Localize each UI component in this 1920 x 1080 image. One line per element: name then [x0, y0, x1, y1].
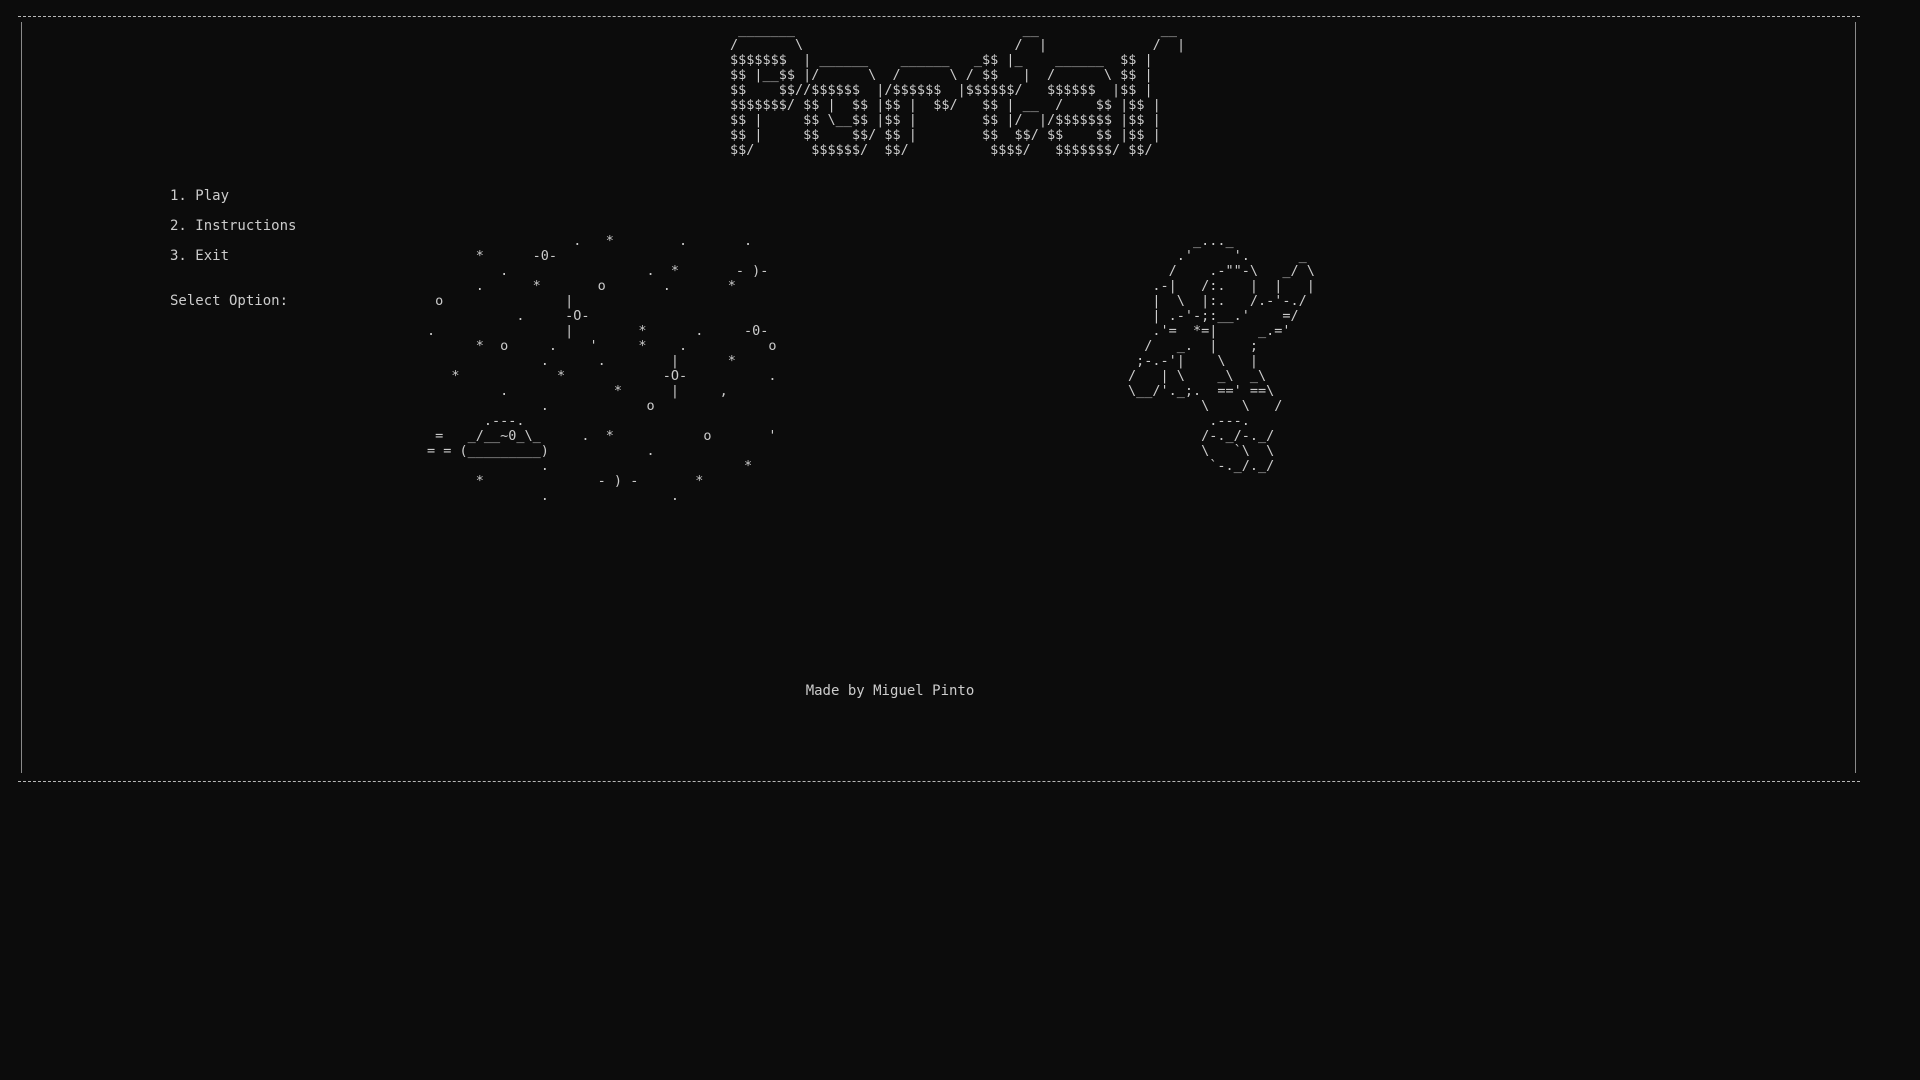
- menu-item-exit[interactable]: 3. Exit: [170, 248, 296, 278]
- bottom-border: [18, 781, 1860, 782]
- astronaut-art: _..._ .' '. _ / .-""-\ _/ \ .-| /:. | | …: [1128, 233, 1315, 474]
- terminal-window: _______ __ __ / \ / | / | $$$$$$$ | ____…: [0, 0, 1920, 1080]
- menu-item-instructions[interactable]: 2. Instructions: [170, 218, 296, 248]
- left-border: [21, 22, 22, 773]
- credits-text: Made by Miguel Pinto: [805, 683, 975, 699]
- space-scene-art: . * . . * -0- . . * - )- . * o . * o | .…: [427, 233, 777, 504]
- right-border: [1855, 22, 1856, 773]
- top-border: [18, 16, 1860, 17]
- main-menu: 1. Play 2. Instructions 3. Exit: [170, 188, 296, 278]
- select-option-prompt[interactable]: Select Option:: [170, 293, 288, 310]
- game-title-logo: _______ __ __ / \ / | / | $$$$$$$ | ____…: [730, 22, 1186, 158]
- menu-item-play[interactable]: 1. Play: [170, 188, 296, 218]
